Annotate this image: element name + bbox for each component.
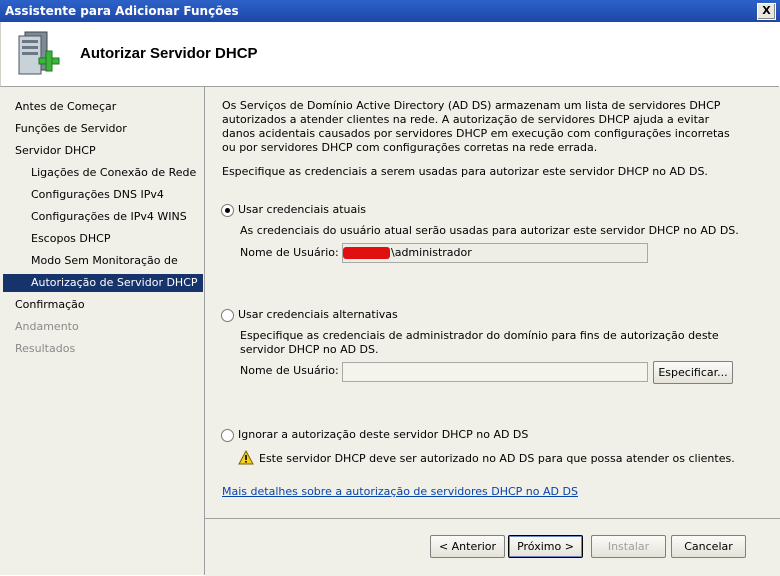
current-username-value: \administrador xyxy=(391,246,472,259)
more-details-link[interactable]: Mais detalhes sobre a autorização de ser… xyxy=(222,485,578,499)
alternate-username-label: Nome de Usuário: xyxy=(240,364,339,377)
radio-current-credentials[interactable] xyxy=(221,204,234,217)
option-alternate-desc: Especifique as credenciais de administra… xyxy=(240,329,719,356)
nav-item-confirmacao[interactable]: Confirmação xyxy=(3,296,203,314)
nav-item-antes-de-comecar[interactable]: Antes de Começar xyxy=(3,98,203,116)
nav-item-funcoes-de-servidor[interactable]: Funções de Servidor xyxy=(3,120,203,138)
warning-icon xyxy=(238,450,254,465)
skip-warning-text: Este servidor DHCP deve ser autorizado n… xyxy=(259,452,735,465)
alternate-username-field[interactable] xyxy=(342,362,648,382)
wizard-nav: Antes de Começar Funções de Servidor Ser… xyxy=(0,87,205,575)
nav-item-config-dns[interactable]: Configurações DNS IPv4 xyxy=(3,186,203,204)
instruction-text: Especifique as credenciais a serem usada… xyxy=(222,165,708,178)
server-add-icon xyxy=(18,31,60,75)
redaction-mark xyxy=(343,247,390,259)
page-title: Autorizar Servidor DHCP xyxy=(80,45,258,62)
next-button[interactable]: Próximo > xyxy=(508,535,583,558)
nav-item-ligacoes-conexao[interactable]: Ligações de Conexão de Rede xyxy=(3,164,203,182)
option-alternate-label[interactable]: Usar credenciais alternativas xyxy=(238,308,398,322)
nav-item-andamento: Andamento xyxy=(15,320,79,333)
window-titlebar: Assistente para Adicionar Funções X xyxy=(0,0,780,22)
back-button[interactable]: < Anterior xyxy=(430,535,505,558)
nav-item-escopos-dhcp[interactable]: Escopos DHCP xyxy=(3,230,203,248)
nav-item-config-wins[interactable]: Configurações de IPv4 WINS xyxy=(3,208,203,226)
cancel-button[interactable]: Cancelar xyxy=(671,535,746,558)
wizard-header: Autorizar Servidor DHCP xyxy=(0,22,779,87)
nav-item-servidor-dhcp[interactable]: Servidor DHCP xyxy=(3,142,203,160)
option-skip-label[interactable]: Ignorar a autorização deste servidor DHC… xyxy=(238,428,528,442)
option-current-label[interactable]: Usar credenciais atuais xyxy=(238,203,366,217)
install-button: Instalar xyxy=(591,535,666,558)
option-current-desc: As credenciais do usuário atual serão us… xyxy=(240,224,739,237)
nav-item-modo-sem-monitoracao[interactable]: Modo Sem Monitoração de Est... xyxy=(3,252,203,285)
radio-alternate-credentials[interactable] xyxy=(221,309,234,322)
specify-button[interactable]: Especificar... xyxy=(653,361,733,384)
nav-item-resultados: Resultados xyxy=(15,342,76,355)
radio-skip-authorization[interactable] xyxy=(221,429,234,442)
nav-item-autorizacao-dhcp[interactable]: Autorização de Servidor DHCP xyxy=(3,274,203,292)
close-icon: X xyxy=(762,4,771,17)
current-username-label: Nome de Usuário: xyxy=(240,246,339,259)
intro-text: Os Serviços de Domínio Active Directory … xyxy=(222,99,730,154)
window-title: Assistente para Adicionar Funções xyxy=(5,4,239,18)
close-button[interactable]: X xyxy=(757,3,776,20)
